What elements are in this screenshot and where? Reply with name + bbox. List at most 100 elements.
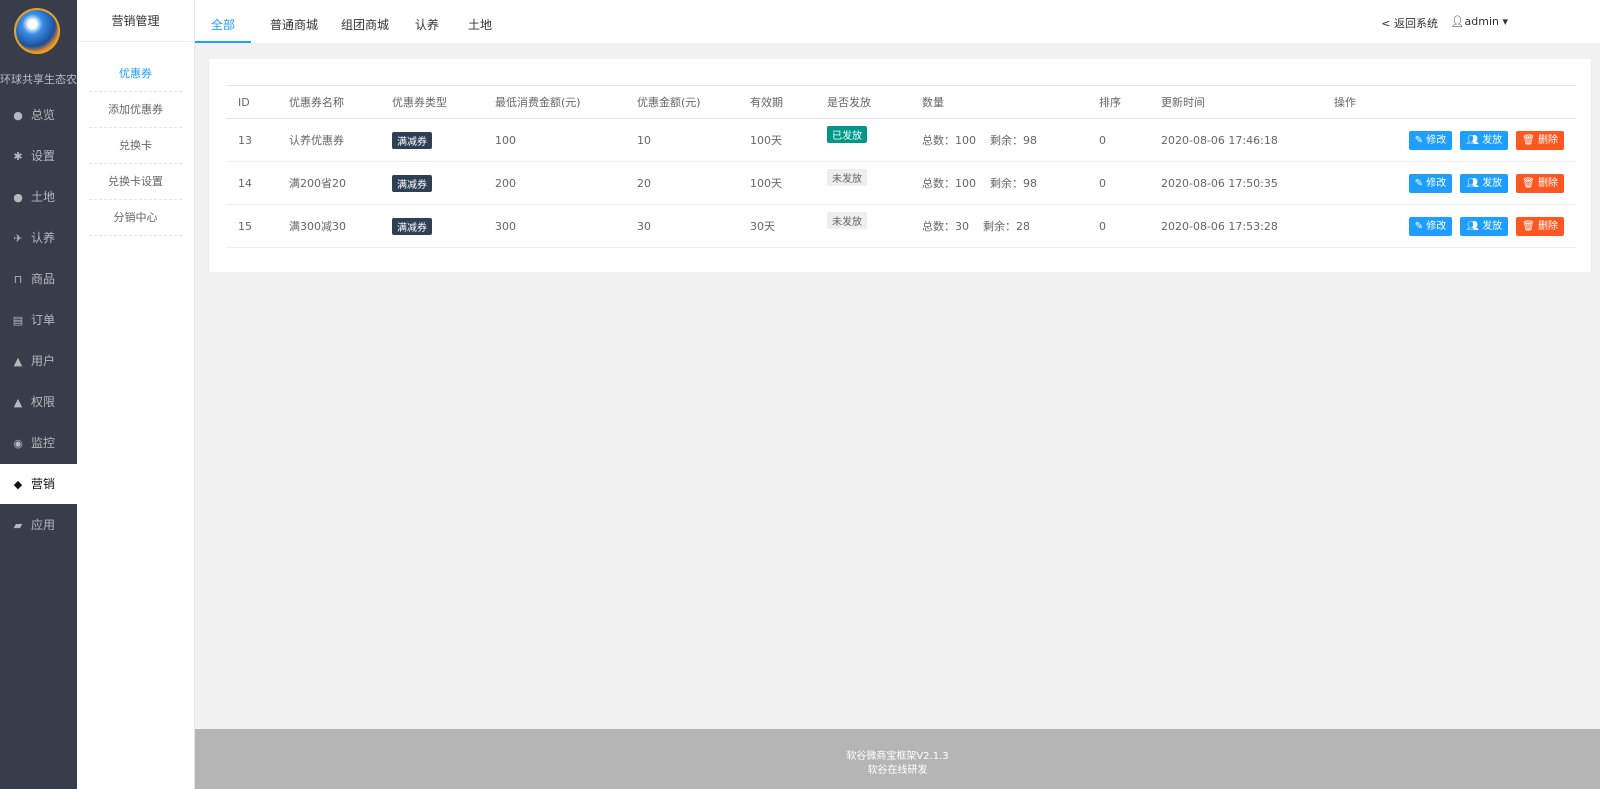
cell-min-amount: 100 xyxy=(483,118,625,162)
book-icon: ▰ xyxy=(13,519,23,532)
nav-item-8[interactable]: ◉ 监控 xyxy=(0,423,77,463)
footer-credit: 软谷在线研发 xyxy=(867,765,928,776)
column-header: 优惠金额(元) xyxy=(637,96,701,109)
user-menu[interactable]: 👤︎admin ▾ xyxy=(1451,15,1508,28)
delete-button[interactable]: 🗑︎ 删除 xyxy=(1516,130,1564,150)
globe-icon: ● xyxy=(13,109,23,122)
nav-item-0[interactable]: ● 总览 xyxy=(0,95,77,135)
pencil-icon: ✎ xyxy=(1414,134,1427,146)
cell-min-amount: 200 xyxy=(483,161,625,205)
cell-sort: 0 xyxy=(1087,118,1149,162)
delete-button[interactable]: 🗑︎ 删除 xyxy=(1516,216,1564,236)
globe-icon: ● xyxy=(13,191,23,204)
submenu-item-1[interactable]: 添加优惠券 xyxy=(89,92,182,128)
trash-icon: 🗑︎ xyxy=(1522,177,1538,189)
nav-item-4[interactable]: ⊓ 商品 xyxy=(0,259,77,299)
tab-3[interactable]: 认养 xyxy=(415,0,439,43)
users-icon: 👥︎ xyxy=(1466,220,1483,232)
table-body: 13 认养优惠券 满减券 100 10 100天 已发放 总数：100 剩余：98 0 2020-0… xyxy=(226,118,1576,248)
delete-label: 删除 xyxy=(1538,177,1558,189)
nav-item-2[interactable]: ● 土地 xyxy=(0,177,77,217)
cell-validity: 100天 xyxy=(738,118,815,162)
column-header: 最低消费金额(元) xyxy=(495,96,581,109)
submenu-item-3[interactable]: 兑换卡设置 xyxy=(89,164,182,200)
cell-discount: 10 xyxy=(625,118,738,162)
cell-type: 满减券 xyxy=(380,161,483,205)
submenu-item-0[interactable]: 优惠券 xyxy=(89,56,182,92)
table-row: 13 认养优惠券 满减券 100 10 100天 已发放 总数：100 剩余：98 0 2020-0… xyxy=(226,118,1576,162)
tab-2[interactable]: 组团商城 xyxy=(341,0,389,43)
submenu-item-4[interactable]: 分销中心 xyxy=(89,200,182,236)
cell-actions: ✎ 修改 👥︎ 发放 🗑︎ 删除 xyxy=(1322,161,1576,205)
pencil-icon: ✎ xyxy=(1414,177,1427,189)
cell-name: 认养优惠券 xyxy=(277,118,380,162)
column-header: 优惠券名称 xyxy=(289,96,344,109)
submenu-item-2[interactable]: 兑换卡 xyxy=(89,128,182,164)
users-icon: 👥︎ xyxy=(1466,134,1483,146)
tab-1[interactable]: 普通商城 xyxy=(270,0,318,43)
column-header: ID xyxy=(238,95,250,109)
tags-icon: ◆ xyxy=(13,478,23,491)
play-circle-icon: ◉ xyxy=(13,437,23,450)
quantity-remain: 剩余：28 xyxy=(983,220,1030,233)
gear-icon: ✱ xyxy=(13,150,23,163)
logo-icon[interactable] xyxy=(14,8,60,54)
edit-button[interactable]: ✎ 修改 xyxy=(1408,173,1453,193)
cell-min-amount: 300 xyxy=(483,204,625,248)
cell-sort: 0 xyxy=(1087,204,1149,248)
cell-updated: 2020-08-06 17:50:35 xyxy=(1149,161,1322,205)
issued-status-badge: 未发放 xyxy=(827,211,867,229)
quantity-remain: 剩余：98 xyxy=(990,177,1037,190)
footer-version: 软谷微商宝框架V2.1.3 xyxy=(846,751,949,762)
coupon-type-badge: 满减券 xyxy=(392,217,432,235)
nav-item-label: 设置 xyxy=(31,149,56,163)
coupon-type-badge: 满减券 xyxy=(392,174,432,192)
brand-name: 环球共享生态农业 xyxy=(0,73,77,86)
nav-item-1[interactable]: ✱ 设置 xyxy=(0,136,77,176)
issue-button[interactable]: 👥︎ 发放 xyxy=(1460,130,1509,150)
issue-button[interactable]: 👥︎ 发放 xyxy=(1460,216,1509,236)
delete-button[interactable]: 🗑︎ 删除 xyxy=(1516,173,1564,193)
edit-label: 修改 xyxy=(1426,177,1447,189)
nav-item-5[interactable]: ▤ 订单 xyxy=(0,300,77,340)
nav-item-7[interactable]: ▲ 权限 xyxy=(0,382,77,422)
nav-item-label: 权限 xyxy=(31,395,56,409)
nav-item-3[interactable]: ✈ 认养 xyxy=(0,218,77,258)
issued-status-badge: 已发放 xyxy=(827,125,867,143)
edit-button[interactable]: ✎ 修改 xyxy=(1408,216,1453,236)
cell-id: 15 xyxy=(226,204,277,248)
cell-updated: 2020-08-06 17:46:18 xyxy=(1149,118,1322,162)
cell-discount: 30 xyxy=(625,204,738,248)
cell-quantity: 总数：100 剩余：98 xyxy=(910,161,1087,205)
submenu-panel: 营销管理 优惠券 添加优惠券 兑换卡 兑换卡设置 分销中心 xyxy=(77,0,195,789)
user-icon: ▲ xyxy=(13,355,23,368)
tab-0[interactable]: 全部 xyxy=(195,0,252,43)
edit-label: 修改 xyxy=(1426,134,1447,146)
cell-quantity: 总数：30 剩余：28 xyxy=(910,204,1087,248)
user-icon: 👤︎ xyxy=(1450,15,1465,28)
nav-item-label: 用户 xyxy=(31,354,56,368)
issue-button[interactable]: 👥︎ 发放 xyxy=(1460,173,1509,193)
cell-quantity: 总数：100 剩余：98 xyxy=(910,118,1087,162)
pencil-icon: ✎ xyxy=(1414,220,1427,232)
column-header: 更新时间 xyxy=(1161,96,1205,109)
return-system-link[interactable]: < 返回系统 xyxy=(1381,15,1438,31)
list-icon: ▤ xyxy=(12,314,24,327)
tab-4[interactable]: 土地 xyxy=(468,0,492,43)
coupon-type-badge: 满减券 xyxy=(392,131,432,149)
user-name: admin ▾ xyxy=(1464,15,1508,28)
nav-item-10[interactable]: ▰ 应用 xyxy=(0,505,77,545)
cell-actions: ✎ 修改 👥︎ 发放 🗑︎ 删除 xyxy=(1322,204,1576,248)
quantity-total: 总数：100 xyxy=(922,177,976,190)
cell-type: 满减券 xyxy=(380,118,483,162)
coupon-table-card: ID 优惠券名称 优惠券类型 最低消费金额(元) 优惠金额(元) 有效期 是否发放 数量 排序 更… xyxy=(209,59,1591,272)
nav-item-9[interactable]: ◆ 营销 xyxy=(0,464,77,504)
cell-issued: 未发放 xyxy=(815,161,910,205)
column-header: 数量 xyxy=(922,96,944,109)
cell-name: 满200省20 xyxy=(277,161,380,205)
issue-label: 发放 xyxy=(1482,134,1503,146)
cell-type: 满减券 xyxy=(380,204,483,248)
edit-button[interactable]: ✎ 修改 xyxy=(1408,130,1453,150)
nav-item-6[interactable]: ▲ 用户 xyxy=(0,341,77,381)
column-header: 优惠券类型 xyxy=(392,96,447,109)
